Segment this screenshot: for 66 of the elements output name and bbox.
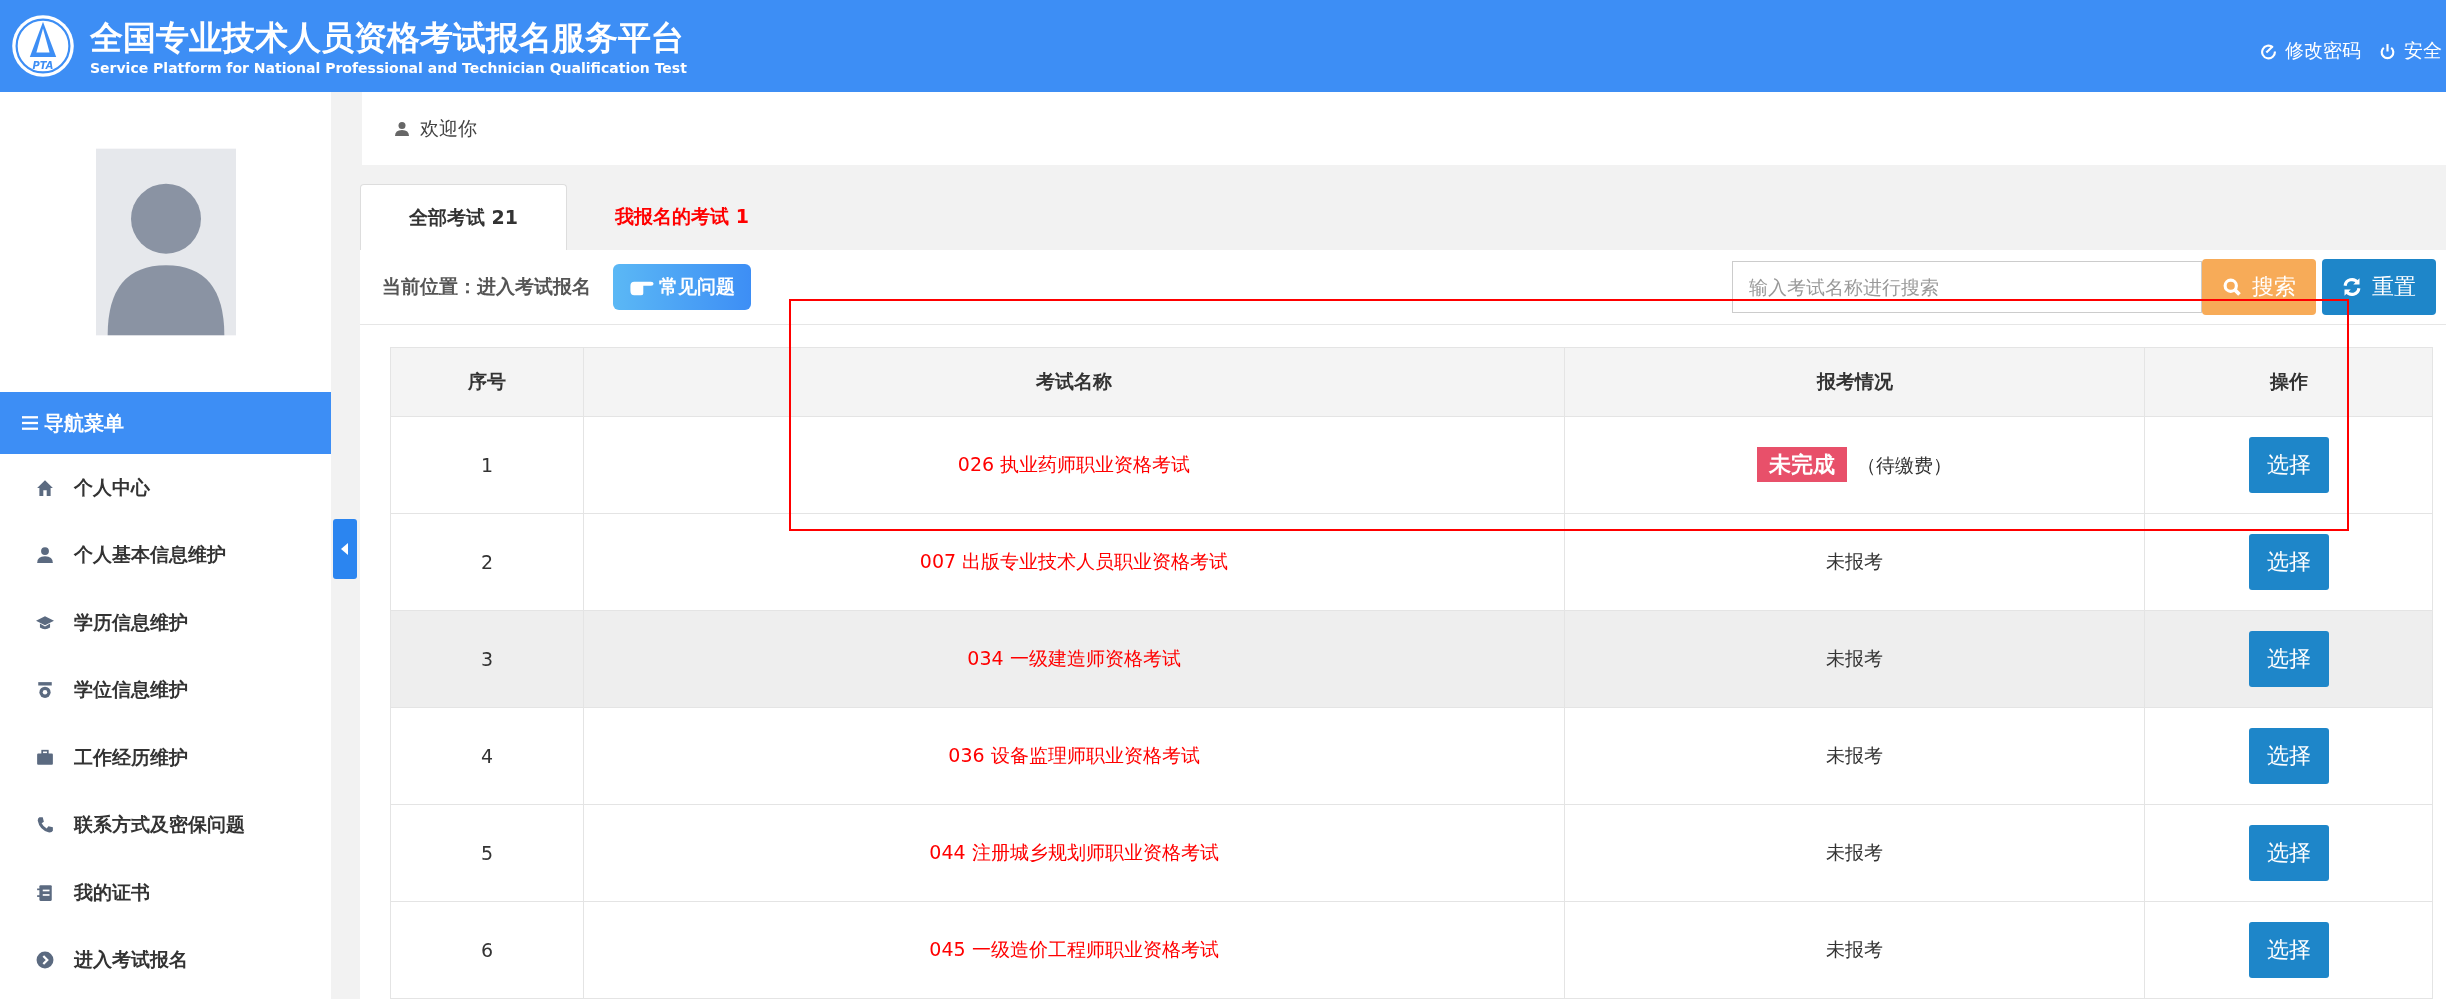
logout-link[interactable]: 安全 [2379, 38, 2442, 64]
chevron-circle-icon [36, 951, 54, 970]
power-icon [2379, 42, 2396, 60]
exam-name-cell: 026 执业药师职业资格考试 [583, 416, 1565, 514]
site-title: 全国专业技术人员资格考试报名服务平台 [90, 17, 685, 59]
status-cell: 未报考 [1564, 901, 2145, 999]
status-badge: 未完成 [1757, 447, 1847, 482]
tab[interactable]: 我报名的考试 1 [567, 184, 797, 250]
table-cell: 5 [390, 804, 584, 902]
table-cell: 6 [390, 901, 584, 999]
sidebar-item[interactable]: 学历信息维护 [0, 589, 331, 657]
sidebar-item[interactable]: 个人中心 [0, 454, 331, 522]
faq-button[interactable]: 常见问题 [613, 264, 751, 310]
logo-icon: PTA [10, 13, 76, 79]
briefcase-icon [36, 748, 54, 767]
sidebar-item[interactable]: 我的证书 [0, 859, 331, 927]
sidebar-item[interactable]: 学位信息维护 [0, 656, 331, 724]
select-button[interactable]: 选择 [2248, 825, 2329, 881]
column-header: 操作 [2144, 347, 2433, 417]
tab[interactable]: 全部考试 21 [360, 184, 568, 250]
status-cell: 未报考 [1564, 610, 2145, 708]
reset-button[interactable]: 重置 [2322, 259, 2436, 315]
change-password-link[interactable]: 修改密码 [2260, 38, 2361, 64]
status-cell: 未报考 [1564, 804, 2145, 902]
exam-name-cell: 044 注册城乡规划师职业资格考试 [583, 804, 1565, 902]
status-cell: 未报考 [1564, 513, 2145, 611]
column-header: 序号 [390, 347, 584, 417]
select-button[interactable]: 选择 [2248, 534, 2329, 590]
menu-title: 导航菜单 [44, 409, 124, 437]
exam-name-cell: 036 设备监理师职业资格考试 [583, 707, 1565, 805]
table-cell: 3 [390, 610, 584, 708]
edit-icon [2260, 42, 2277, 60]
table-cell: 2 [390, 513, 584, 611]
select-button[interactable]: 选择 [2248, 922, 2329, 978]
phone-icon [36, 816, 54, 835]
medal-icon [36, 681, 54, 700]
user-icon [36, 546, 54, 565]
select-button[interactable]: 选择 [2248, 728, 2329, 784]
sidebar-item[interactable]: 个人基本信息维护 [0, 521, 331, 589]
table-cell: 4 [390, 707, 584, 805]
user-icon [394, 120, 410, 137]
table-cell: 1 [390, 416, 584, 514]
exam-name-cell: 034 一级建造师资格考试 [583, 610, 1565, 708]
column-header: 考试名称 [583, 347, 1565, 417]
refresh-icon [2342, 277, 2362, 297]
exam-name-cell: 045 一级造价工程师职业资格考试 [583, 901, 1565, 999]
sidebar-item[interactable]: 进入考试报名 [0, 926, 331, 994]
select-button[interactable]: 选择 [2248, 437, 2329, 493]
home-icon [36, 478, 54, 497]
status-cell: 未报考 [1564, 707, 2145, 805]
breadcrumb: 当前位置：进入考试报名 [382, 274, 591, 299]
sidebar-item[interactable]: 联系方式及密保问题 [0, 791, 331, 859]
avatar-icon [95, 147, 236, 337]
column-header: 报考情况 [1564, 347, 2145, 417]
menu-icon [22, 416, 38, 430]
collapse-sidebar-button[interactable] [333, 518, 357, 580]
status-note: （待缴费） [1857, 454, 1952, 476]
search-icon [2222, 277, 2242, 297]
welcome-text: 欢迎你 [420, 115, 477, 141]
search-field[interactable]: 输入考试名称进行搜索 [1732, 261, 2202, 313]
graduation-cap-icon [36, 613, 54, 632]
sidebar-item[interactable]: 工作经历维护 [0, 724, 331, 792]
site-subtitle: Service Platform for National Professional and Technician Qualification Test [90, 60, 687, 76]
book-icon [36, 883, 54, 902]
exam-name-cell: 007 出版专业技术人员职业资格考试 [583, 513, 1565, 611]
select-button[interactable]: 选择 [2248, 631, 2329, 687]
